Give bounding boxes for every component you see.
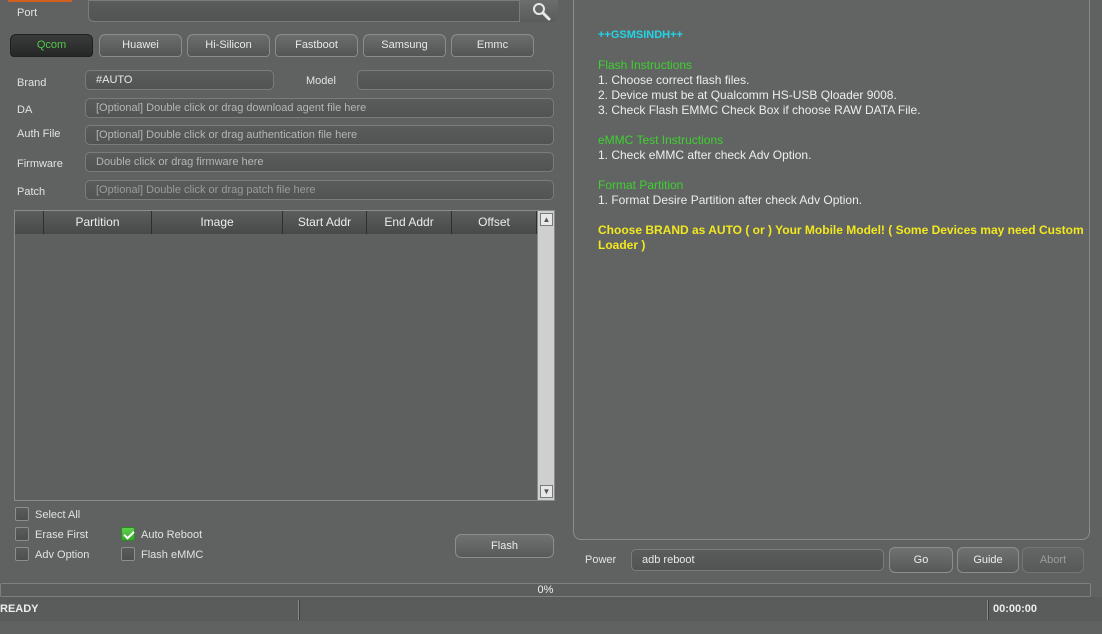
emmc-test-title: eMMC Test Instructions: [598, 133, 724, 147]
status-text: READY: [0, 603, 39, 615]
top-accent: [8, 0, 72, 2]
model-label: Model: [306, 75, 336, 87]
table-header-image[interactable]: Image: [152, 211, 283, 234]
guide-button[interactable]: Guide: [957, 547, 1019, 573]
emmc-instruction-1: 1. Check eMMC after check Adv Option.: [598, 148, 812, 162]
flash-instruction-1: 1. Choose correct flash files.: [598, 73, 750, 87]
select-all-label[interactable]: Select All: [35, 509, 80, 521]
progress-text: 0%: [537, 584, 554, 596]
port-select[interactable]: [88, 0, 558, 22]
elapsed-time: 00:00:00: [993, 603, 1038, 615]
brand-warning-line-2: Loader ): [598, 238, 646, 252]
status-divider-1: [298, 600, 300, 620]
auth-file-field[interactable]: [Optional] Double click or drag authenti…: [85, 125, 554, 145]
flash-instructions-title: Flash Instructions: [598, 58, 693, 72]
brand-select[interactable]: #AUTO: [85, 70, 274, 90]
table-scrollbar[interactable]: ▲ ▼: [537, 211, 554, 500]
info-panel: ++GSMSINDH++ Flash Instructions 1. Choos…: [573, 0, 1090, 540]
format-instruction-1: 1. Format Desire Partition after check A…: [598, 193, 863, 207]
table-header-check[interactable]: [15, 211, 44, 234]
patch-label: Patch: [17, 186, 46, 198]
tab-fastboot[interactable]: Fastboot: [275, 34, 358, 57]
port-label: Port: [17, 7, 38, 19]
adv-option-label[interactable]: Adv Option: [35, 549, 89, 561]
partition-table[interactable]: Partition Image Start Addr End Addr Offs…: [14, 210, 555, 501]
go-button[interactable]: Go: [889, 547, 953, 573]
scroll-up-icon[interactable]: ▲: [540, 213, 553, 226]
power-command-select[interactable]: adb reboot: [631, 549, 884, 571]
da-label: DA: [17, 104, 33, 116]
search-icon: [533, 3, 551, 21]
table-header-offset[interactable]: Offset: [452, 211, 537, 234]
info-header: ++GSMSINDH++: [598, 29, 683, 41]
brand-label: Brand: [17, 77, 47, 89]
tab-huawei[interactable]: Huawei: [99, 34, 182, 57]
erase-first-checkbox[interactable]: [15, 527, 29, 541]
table-header-end-addr[interactable]: End Addr: [367, 211, 452, 234]
da-field[interactable]: [Optional] Double click or drag download…: [85, 98, 554, 118]
tab-emmc[interactable]: Emmc: [451, 34, 534, 57]
brand-warning-line-1: Choose BRAND as AUTO ( or ) Your Mobile …: [598, 223, 1084, 237]
flash-emmc-label[interactable]: Flash eMMC: [141, 549, 203, 561]
progress-bar: 0%: [0, 583, 1091, 597]
format-partition-title: Format Partition: [598, 178, 684, 192]
flash-button[interactable]: Flash: [455, 534, 554, 558]
select-all-checkbox[interactable]: [15, 507, 29, 521]
auth-file-label: Auth File: [17, 128, 61, 140]
model-field[interactable]: [357, 70, 554, 90]
auto-reboot-label[interactable]: Auto Reboot: [141, 529, 202, 541]
table-header-start-addr[interactable]: Start Addr: [283, 211, 367, 234]
power-label: Power: [585, 554, 617, 566]
patch-field[interactable]: [Optional] Double click or drag patch fi…: [85, 180, 554, 200]
table-header-partition[interactable]: Partition: [44, 211, 152, 234]
port-search-button[interactable]: [519, 0, 558, 22]
flash-instruction-3: 3. Check Flash EMMC Check Box if choose …: [598, 103, 921, 117]
status-bar: [0, 597, 1102, 621]
auto-reboot-checkbox[interactable]: [121, 527, 135, 541]
tab-qcom[interactable]: Qcom: [10, 34, 93, 57]
flash-emmc-checkbox[interactable]: [121, 547, 135, 561]
flash-instruction-2: 2. Device must be at Qualcomm HS-USB Qlo…: [598, 88, 897, 102]
erase-first-label[interactable]: Erase First: [35, 529, 88, 541]
abort-button[interactable]: Abort: [1022, 547, 1084, 573]
status-divider-2: [987, 600, 989, 620]
tab-hi-silicon[interactable]: Hi-Silicon: [187, 34, 270, 57]
firmware-label: Firmware: [17, 158, 63, 170]
adv-option-checkbox[interactable]: [15, 547, 29, 561]
scroll-down-icon[interactable]: ▼: [540, 485, 553, 498]
firmware-field[interactable]: Double click or drag firmware here: [85, 152, 554, 172]
tab-samsung[interactable]: Samsung: [363, 34, 446, 57]
